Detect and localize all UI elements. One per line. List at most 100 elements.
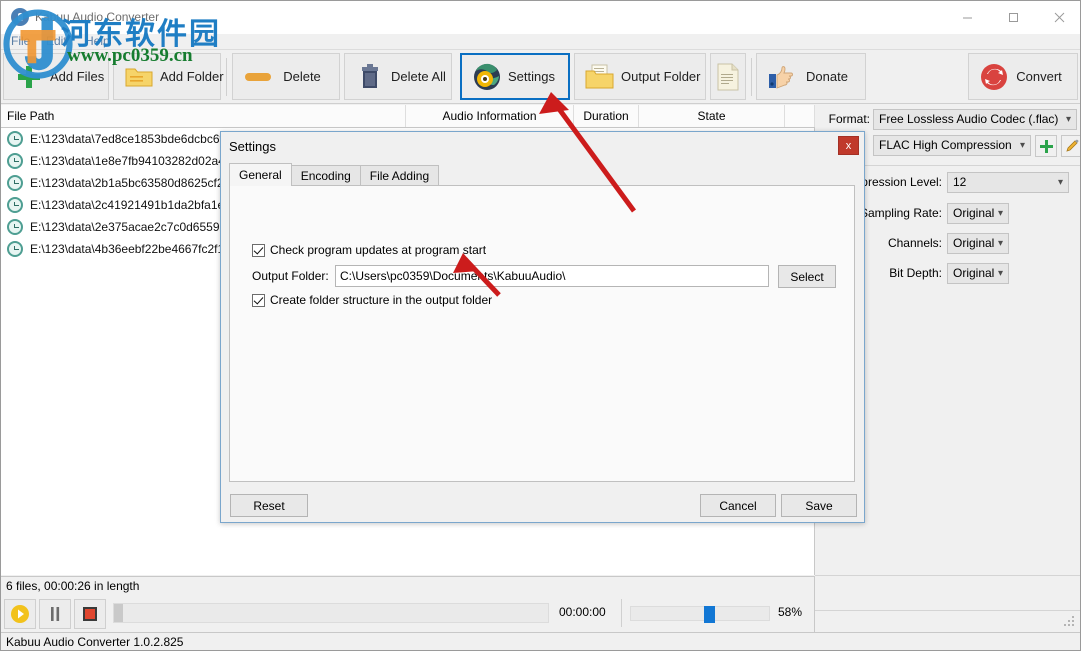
edit-preset-button[interactable] [1061, 135, 1080, 157]
main-toolbar: Add Files Add Folder Delete Delete All S… [1, 49, 1080, 104]
tab-file-adding[interactable]: File Adding [359, 165, 440, 186]
plus-icon [1039, 139, 1053, 153]
file-path-text: E:\123\data\2e375acae2c7c0d655935 [30, 220, 233, 234]
play-button[interactable] [4, 599, 36, 629]
player-bar: 00:00:00 58% [1, 596, 815, 632]
dialog-close-button[interactable]: x [838, 136, 859, 155]
chevron-down-icon: ▾ [1019, 140, 1025, 151]
file-path-text: E:\123\data\4b36eebf22be4667fc2f1 [30, 242, 225, 256]
resize-grip[interactable] [1064, 616, 1076, 628]
seek-slider-thumb[interactable] [114, 604, 123, 622]
seek-slider[interactable] [113, 603, 549, 623]
create-structure-row[interactable]: Create folder structure in the output fo… [252, 293, 492, 307]
pending-clock-icon [7, 153, 23, 169]
minus-icon [241, 60, 275, 94]
toolbar-label-add-folder: Add Folder [160, 69, 224, 84]
toolbar-button-donate[interactable]: Donate [756, 53, 866, 100]
toolbar-button-delete[interactable]: Delete [232, 53, 340, 100]
pending-clock-icon [7, 197, 23, 213]
trash-icon [353, 60, 387, 94]
toolbar-label-delete: Delete [283, 69, 321, 84]
status-bar: 6 files, 00:00:26 in length [1, 576, 815, 596]
open-folder-icon [583, 60, 617, 94]
bit-depth-dropdown[interactable]: Original ▾ [947, 263, 1009, 284]
maximize-button[interactable] [990, 1, 1036, 33]
save-button[interactable]: Save [781, 494, 857, 517]
compression-level-value: 12 [953, 175, 967, 189]
window-title: Kabuu Audio Converter [35, 10, 160, 24]
toolbar-button-document[interactable] [710, 53, 746, 100]
toolbar-label-output-folder: Output Folder [621, 69, 701, 84]
toolbar-button-output-folder[interactable]: Output Folder [574, 53, 706, 100]
add-preset-button[interactable] [1035, 135, 1057, 157]
menu-bar: File Edit Help [1, 31, 1080, 51]
channels-dropdown[interactable]: Original ▾ [947, 233, 1009, 254]
pending-clock-icon [7, 241, 23, 257]
volume-slider[interactable] [630, 606, 770, 623]
tab-encoding[interactable]: Encoding [290, 165, 361, 186]
column-header-duration[interactable]: Duration [574, 105, 639, 127]
toolbar-button-delete-all[interactable]: Delete All [344, 53, 452, 100]
format-label: Format: [828, 112, 870, 126]
toolbar-label-add-files: Add Files [50, 69, 105, 84]
bit-depth-value: Original [953, 266, 995, 280]
pause-icon [51, 607, 60, 621]
pencil-icon [1065, 139, 1078, 152]
compression-level-dropdown[interactable]: 12 ▾ [947, 172, 1069, 193]
chevron-down-icon: ▾ [1057, 177, 1063, 188]
toolbar-button-convert[interactable]: Convert [968, 53, 1078, 100]
toolbar-button-add-folder[interactable]: Add Folder [113, 53, 224, 100]
create-structure-checkbox[interactable] [252, 293, 265, 307]
pause-button[interactable] [39, 599, 71, 629]
preset-dropdown-value: FLAC High Compression [879, 138, 1012, 152]
title-bar: Kabuu Audio Converter [1, 1, 1080, 34]
file-path-text: E:\123\data\2b1a5bc63580d8625cf24 [30, 176, 231, 190]
create-structure-label: Create folder structure in the output fo… [270, 293, 493, 307]
stop-button[interactable] [74, 599, 106, 629]
pending-clock-icon [7, 219, 23, 235]
settings-globe-icon [470, 60, 504, 94]
cancel-button[interactable]: Cancel [700, 494, 776, 517]
column-header-state[interactable]: State [639, 105, 785, 127]
toolbar-label-delete-all: Delete All [391, 69, 446, 84]
plus-icon [12, 60, 46, 94]
menu-item-edit[interactable]: Edit [41, 33, 72, 49]
close-button[interactable] [1036, 1, 1080, 33]
minimize-button[interactable] [944, 1, 990, 33]
volume-percent: 58% [778, 605, 803, 619]
column-header-file-path[interactable]: File Path [1, 105, 406, 127]
format-dropdown[interactable]: Free Lossless Audio Codec (.flac) ▾ [873, 109, 1077, 130]
panel-divider-lowest [815, 610, 1080, 611]
sampling-rate-dropdown[interactable]: Original ▾ [947, 203, 1009, 224]
chevron-down-icon: ▾ [997, 268, 1003, 279]
pending-clock-icon [7, 175, 23, 191]
preset-dropdown[interactable]: FLAC High Compression ▾ [873, 135, 1031, 156]
tab-general[interactable]: General [229, 163, 292, 186]
menu-item-help[interactable]: Help [80, 33, 115, 49]
tab-pane-general: Check program updates at program start O… [229, 185, 855, 482]
volume-slider-thumb[interactable] [704, 606, 715, 623]
format-dropdown-value: Free Lossless Audio Codec (.flac) [879, 112, 1059, 126]
toolbar-label-settings: Settings [508, 69, 555, 84]
toolbar-button-settings[interactable]: Settings [460, 53, 570, 100]
document-icon [711, 60, 745, 94]
panel-divider-lower [815, 575, 1080, 576]
reset-button[interactable]: Reset [230, 494, 308, 517]
check-updates-row[interactable]: Check program updates at program start [252, 243, 486, 257]
toolbar-button-add-files[interactable]: Add Files [3, 53, 109, 100]
menu-item-file[interactable]: File [6, 33, 35, 49]
check-updates-checkbox[interactable] [252, 243, 265, 257]
file-path-text: E:\123\data\2c41921491b1da2bfa1eb [30, 198, 231, 212]
convert-icon [977, 60, 1011, 94]
file-path-text: E:\123\data\1e8e7fb94103282d02a4b [30, 154, 232, 168]
toolbar-label-donate: Donate [806, 69, 848, 84]
app-icon [11, 8, 29, 26]
output-folder-label: Output Folder: [252, 269, 329, 283]
column-header-audio-information[interactable]: Audio Information [406, 105, 574, 127]
window-controls [944, 1, 1080, 33]
select-folder-button[interactable]: Select [778, 265, 836, 288]
toolbar-label-convert: Convert [1016, 69, 1062, 84]
column-header-extra[interactable] [785, 105, 815, 127]
output-folder-input[interactable]: C:\Users\pc0359\Documents\KabuuAudio\ [335, 265, 769, 287]
check-updates-label: Check program updates at program start [270, 243, 487, 257]
